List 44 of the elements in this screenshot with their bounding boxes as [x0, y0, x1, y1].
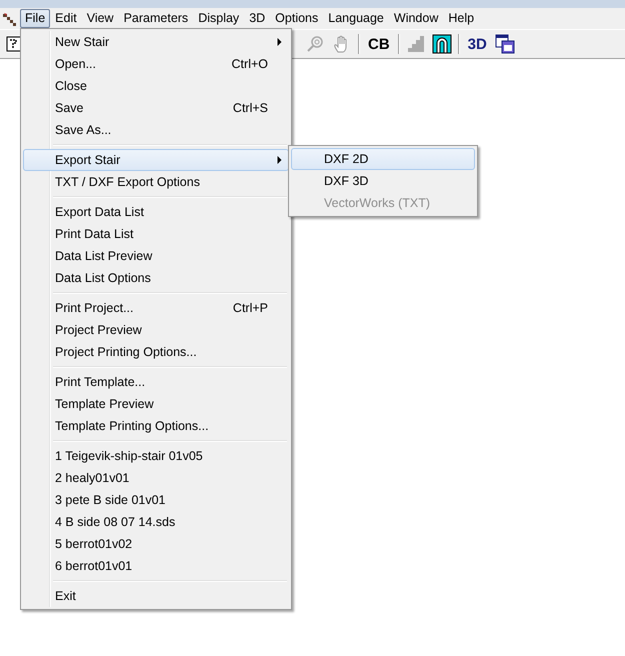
menu-item[interactable]: Exit	[23, 585, 289, 607]
menu-item[interactable]: DXF 3D	[291, 170, 475, 192]
menu-item[interactable]: DXF 2D	[291, 148, 475, 170]
arch-icon[interactable]	[432, 34, 452, 54]
menu-item[interactable]: Print Project... Ctrl+P	[23, 297, 289, 319]
menu-item[interactable]: 3 pete B side 01v01	[23, 489, 289, 511]
menu-bar-item[interactable]: 3D	[244, 9, 270, 28]
menu-item[interactable]: Save As...	[23, 119, 289, 141]
menu-item[interactable]: 2 healy01v01	[23, 467, 289, 489]
menu-item[interactable]: Open... Ctrl+O	[23, 53, 289, 75]
menu-item[interactable]: Print Data List	[23, 223, 289, 245]
menu-item[interactable]: Data List Preview	[23, 245, 289, 267]
menu-item[interactable]: Print Template...	[23, 371, 289, 393]
menu-bar-item[interactable]: Language	[323, 9, 389, 28]
toolbar-button[interactable]: CB	[366, 36, 392, 52]
menu-item[interactable]: 5 berrot01v02	[23, 533, 289, 555]
submenu-arrow-icon	[277, 38, 282, 46]
menu-item[interactable]: TXT / DXF Export Options	[23, 171, 289, 193]
menu-item[interactable]: 4 B side 08 07 14.sds	[23, 511, 289, 533]
menu-bar-item[interactable]: Parameters	[118, 9, 194, 28]
menu-item[interactable]: 6 berrot01v01	[23, 555, 289, 577]
submenu-arrow-icon	[277, 156, 282, 164]
menu-item[interactable]: Project Preview	[23, 319, 289, 341]
menu-item[interactable]: Export Data List	[23, 201, 289, 223]
menu-item[interactable]: Save Ctrl+S	[23, 97, 289, 119]
menu-item[interactable]: 1 Teigevik-ship-stair 01v05	[23, 445, 289, 467]
menu-item[interactable]: Template Printing Options...	[23, 415, 289, 437]
menu-bar-item[interactable]: Edit	[50, 9, 82, 28]
menu-bar-item[interactable]: View	[82, 9, 119, 28]
menu-item[interactable]: New Stair	[23, 31, 289, 53]
menu-item[interactable]: Data List Options	[23, 267, 289, 289]
menu-item[interactable]: Template Preview	[23, 393, 289, 415]
menu-bar-item[interactable]: Help	[443, 9, 480, 28]
menu-item[interactable]: Close	[23, 75, 289, 97]
window-icon[interactable]	[494, 34, 515, 54]
menu-bar-item[interactable]: Window	[388, 9, 444, 28]
menu-bar-item[interactable]: File	[20, 9, 50, 28]
menu-item[interactable]: Export Stair	[23, 149, 289, 171]
floor-plan-icon[interactable]	[6, 36, 22, 52]
menu-item[interactable]: Project Printing Options...	[23, 341, 289, 363]
menu-bar-item[interactable]: Display	[193, 9, 244, 28]
toolbar-button[interactable]: 3D	[466, 36, 489, 52]
menu-bar-item[interactable]: Options	[270, 9, 324, 28]
stair-app-icon[interactable]	[2, 10, 18, 26]
